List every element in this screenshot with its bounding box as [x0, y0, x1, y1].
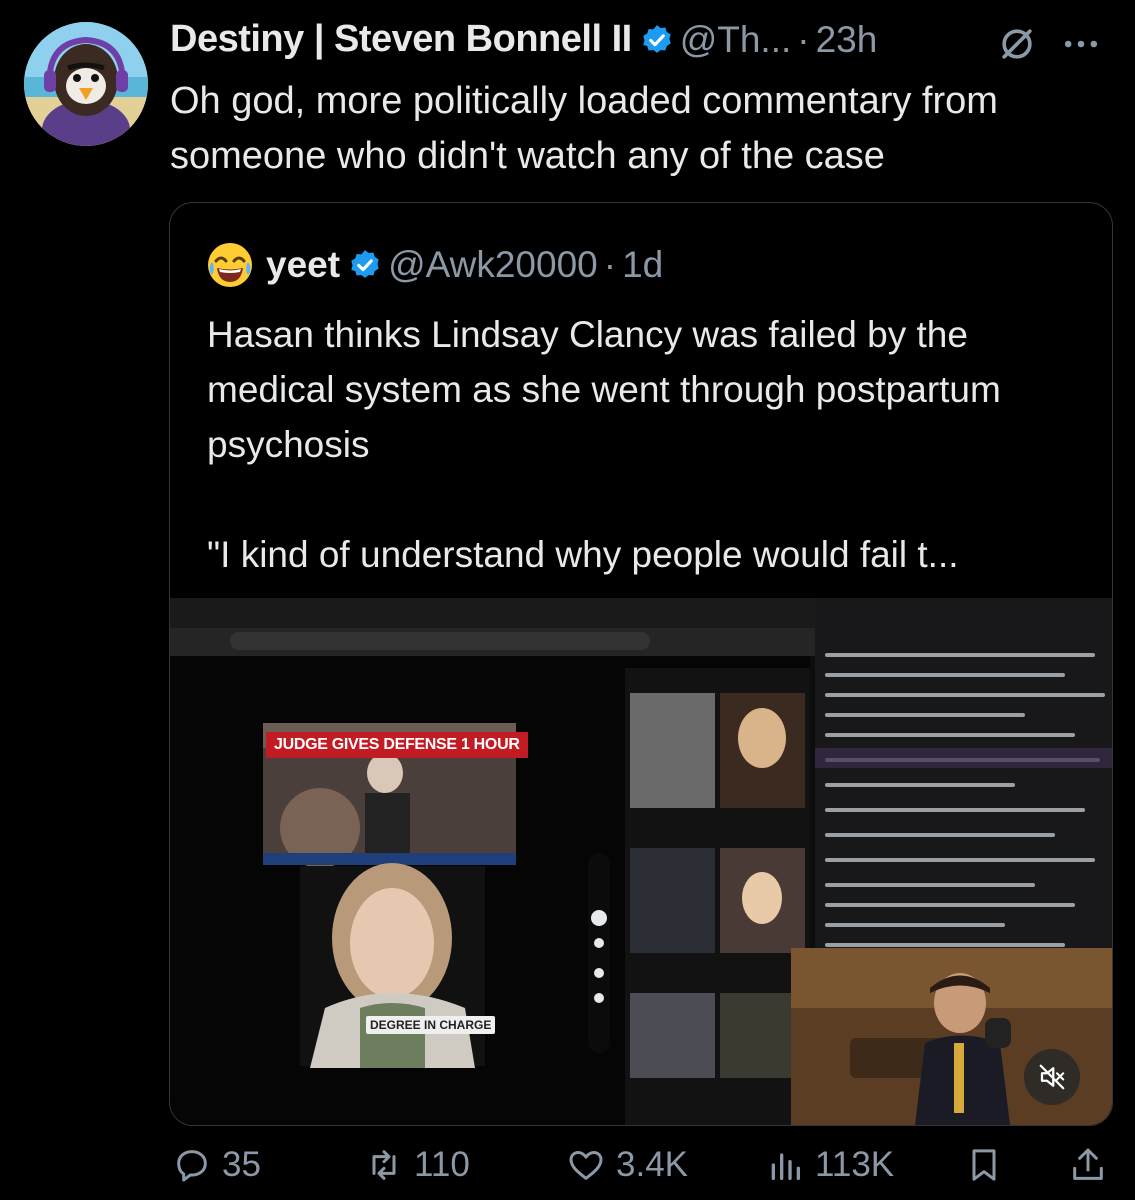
repost-count: 110	[414, 1145, 470, 1184]
laughing-emoji-avatar-icon[interactable]	[206, 241, 254, 289]
like-button[interactable]: 3.4K	[566, 1145, 688, 1185]
header-actions	[995, 22, 1103, 66]
tweet-header: Destiny | Steven Bonnell II @Th... · 23h	[170, 18, 877, 61]
like-count: 3.4K	[616, 1145, 688, 1184]
repost-icon	[372, 1150, 396, 1180]
quoted-author-name[interactable]: yeet	[266, 244, 340, 286]
tweet-action-bar: 35 110 3.4K 113K	[168, 1145, 1113, 1195]
bookmark-button[interactable]	[964, 1145, 1004, 1185]
verified-badge-icon	[642, 24, 671, 53]
quoted-tweet-header: yeet @Awk20000 · 1d	[206, 241, 663, 289]
author-avatar[interactable]	[24, 22, 148, 146]
unmute-button[interactable]	[1024, 1049, 1080, 1105]
repost-button[interactable]: 110	[364, 1145, 470, 1185]
bookmark-icon	[972, 1149, 996, 1181]
quoted-tweet-timestamp[interactable]: 1d	[622, 244, 663, 286]
views-button[interactable]: 113K	[765, 1145, 894, 1185]
video-frame	[170, 598, 1112, 1125]
grok-icon[interactable]	[995, 22, 1039, 66]
quoted-tweet[interactable]: yeet @Awk20000 · 1d Hasan thinks Lindsay…	[169, 202, 1113, 1126]
views-icon	[771, 1153, 800, 1180]
tweet-text: Oh god, more politically loaded commenta…	[170, 80, 998, 177]
like-icon	[569, 1151, 603, 1180]
avatar-illustration	[24, 22, 148, 146]
author-name[interactable]: Destiny | Steven Bonnell II	[170, 18, 632, 61]
muted-speaker-icon	[1039, 1064, 1065, 1090]
separator-dot: ·	[603, 244, 617, 285]
quoted-tweet-text: Hasan thinks Lindsay Clancy was failed b…	[207, 314, 1001, 575]
reply-button[interactable]: 35	[172, 1145, 261, 1185]
quoted-author-handle[interactable]: @Awk20000	[388, 244, 598, 286]
verified-badge-icon	[351, 250, 379, 278]
separator-dot: ·	[797, 18, 810, 60]
video-caption: DEGREE IN CHARGE	[366, 1016, 496, 1034]
tweet-timestamp[interactable]: 23h	[816, 19, 878, 61]
author-handle[interactable]: @Th...	[680, 19, 792, 61]
share-icon	[1073, 1148, 1103, 1180]
reply-icon	[177, 1150, 207, 1182]
share-button[interactable]	[1068, 1145, 1108, 1185]
more-icon[interactable]	[1059, 22, 1103, 66]
views-count: 113K	[815, 1145, 895, 1184]
news-banner: JUDGE GIVES DEFENSE 1 HOUR	[266, 732, 528, 758]
video-player[interactable]: JUDGE GIVES DEFENSE 1 HOUR DEGREE IN CHA…	[170, 598, 1112, 1125]
reply-count: 35	[222, 1145, 261, 1184]
